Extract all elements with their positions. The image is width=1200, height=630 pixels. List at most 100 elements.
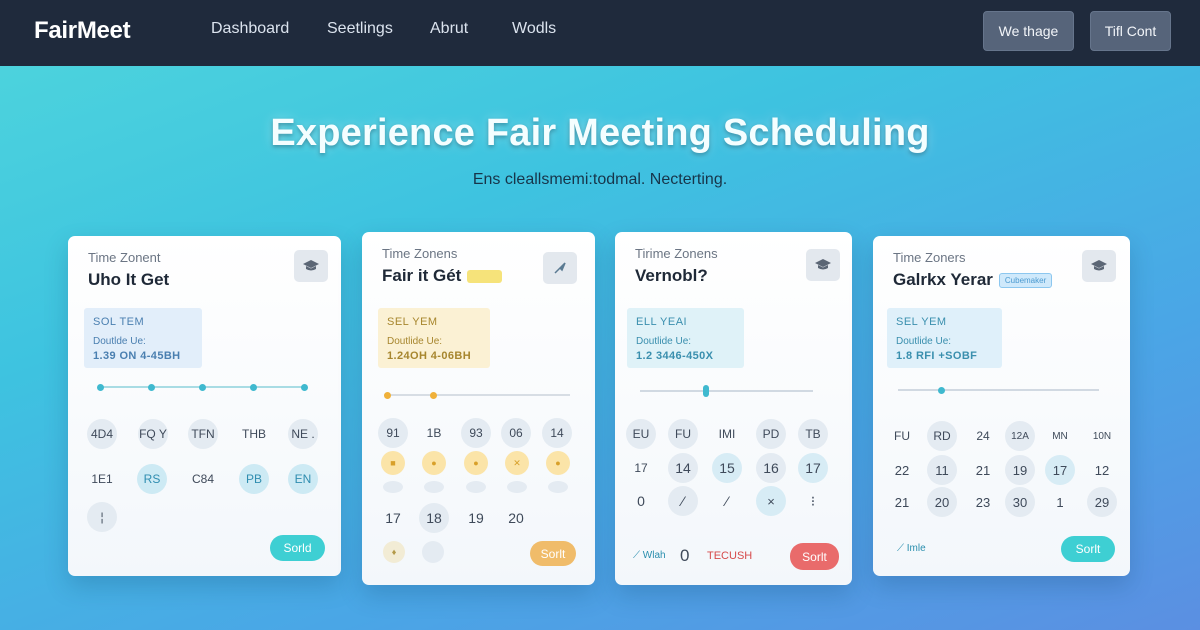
slider-stop[interactable] <box>301 383 308 391</box>
sort-button[interactable]: Sorlt <box>1061 536 1115 562</box>
info-line-1: SOL TEM <box>93 316 145 328</box>
slot-chip[interactable]: 19 <box>1005 455 1035 485</box>
slot-chip[interactable]: 30 <box>1005 487 1035 517</box>
slot-chip[interactable]: EU <box>626 419 656 449</box>
slot-chip[interactable]: TFN <box>188 419 218 449</box>
slot-chip[interactable]: 14 <box>668 453 698 483</box>
slot-chip[interactable]: ¦ <box>87 502 117 532</box>
slot-chip[interactable]: 24 <box>968 421 998 451</box>
slot-chip[interactable]: ⁝ <box>798 486 828 516</box>
time-slider[interactable] <box>640 385 813 397</box>
slot-chip-yellow[interactable]: ● <box>464 451 488 475</box>
slot-chip[interactable]: FQ Y <box>138 419 168 449</box>
slot-chip-selected[interactable]: × <box>756 486 786 516</box>
slot-chip[interactable]: FU <box>668 419 698 449</box>
graduation-cap-icon[interactable] <box>806 249 840 281</box>
slot-chip[interactable]: TB <box>798 419 828 449</box>
slot-chip[interactable]: 16 <box>756 453 786 483</box>
slot-chip-empty[interactable] <box>383 481 403 493</box>
slot-chip[interactable]: 06 <box>501 418 531 448</box>
nav-about[interactable]: Abrut <box>430 20 468 38</box>
slot-chip-yellow[interactable]: ● <box>546 451 570 475</box>
nav-settings[interactable]: Seetlings <box>327 20 393 38</box>
slot-chip[interactable]: 4D4 <box>87 419 117 449</box>
pin-icon[interactable] <box>543 252 577 284</box>
slot-chip[interactable]: 1B <box>419 418 449 448</box>
slot-chip[interactable]: 21 <box>968 455 998 485</box>
slot-chip[interactable]: PD <box>756 419 786 449</box>
time-slider[interactable] <box>97 383 308 391</box>
nav-dashboard[interactable]: Dashboard <box>211 20 289 38</box>
header-button-contact[interactable]: Tifl Cont <box>1090 11 1171 51</box>
slot-chip[interactable]: NE . <box>288 419 318 449</box>
slider-stop[interactable] <box>148 383 155 391</box>
slider-stop[interactable] <box>199 383 206 391</box>
slot-chip-empty[interactable] <box>548 481 568 493</box>
slot-chip[interactable]: 14 <box>542 418 572 448</box>
slot-chip[interactable]: 0 <box>626 486 656 516</box>
footer-status: TECUSH <box>707 550 753 562</box>
slot-chip[interactable]: 17 <box>378 503 408 533</box>
slot-chip[interactable]: 10N <box>1087 421 1117 451</box>
card-label: Tirime Zonens <box>635 246 718 261</box>
slot-chip-selected[interactable]: PB <box>239 464 269 494</box>
slot-chip[interactable]: THB <box>239 419 269 449</box>
slot-chip-yellow[interactable]: ■ <box>381 451 405 475</box>
time-slider[interactable] <box>384 391 570 399</box>
slot-chip[interactable]: 12 <box>1087 455 1117 485</box>
slot-chip[interactable]: ⁄ <box>712 486 742 516</box>
brand-logo[interactable]: FairMeet <box>34 17 131 45</box>
footer-link[interactable]: ⟋ Wlah <box>633 550 666 561</box>
slot-chip[interactable]: ♦ <box>383 541 405 563</box>
card-title: Uho It Get <box>88 270 170 289</box>
slider-stop[interactable] <box>384 391 391 399</box>
slot-chip[interactable]: 20 <box>927 487 957 517</box>
slider-handle[interactable] <box>703 385 709 397</box>
slot-chip-empty[interactable] <box>424 481 444 493</box>
slider-stop[interactable] <box>97 383 104 391</box>
slot-chip[interactable]: C84 <box>188 464 218 494</box>
footer-link[interactable]: ⟋ Imle <box>897 543 926 554</box>
slot-chip-selected[interactable]: EN <box>288 464 318 494</box>
graduation-cap-icon[interactable] <box>1082 250 1116 282</box>
info-line-1: SEL YEM <box>387 316 438 328</box>
slot-chip[interactable]: 12A <box>1005 421 1035 451</box>
slot-chip[interactable]: 19 <box>461 503 491 533</box>
slider-stop[interactable] <box>430 391 437 399</box>
slot-chip-empty[interactable] <box>507 481 527 493</box>
slot-chip-yellow[interactable]: ✕ <box>505 451 529 475</box>
slot-chip[interactable]: 29 <box>1087 487 1117 517</box>
slot-chip[interactable]: ⁄ <box>668 486 698 516</box>
sort-button[interactable]: Sorlt <box>790 543 839 570</box>
slot-chip-selected[interactable]: 17 <box>798 453 828 483</box>
nav-worlds[interactable]: Wodls <box>512 20 556 38</box>
slot-chip-selected[interactable]: 15 <box>712 453 742 483</box>
slider-stop[interactable] <box>250 383 257 391</box>
slot-chip[interactable]: 21 <box>887 487 917 517</box>
sort-button[interactable]: Sorld <box>270 535 325 561</box>
slot-chip[interactable]: 17 <box>626 453 656 483</box>
slot-chip[interactable]: 23 <box>968 487 998 517</box>
slot-chip[interactable]: 22 <box>887 455 917 485</box>
slot-chip[interactable]: 93 <box>461 418 491 448</box>
slot-chip-yellow[interactable]: ● <box>422 451 446 475</box>
graduation-cap-icon[interactable] <box>294 250 328 282</box>
slider-handle[interactable] <box>938 386 945 394</box>
slot-chip[interactable]: MN <box>1045 421 1075 451</box>
slot-chip[interactable]: FU <box>887 421 917 451</box>
sort-button[interactable]: Sorlt <box>530 541 576 566</box>
slot-chip-selected[interactable]: 17 <box>1045 455 1075 485</box>
header-button-primary[interactable]: We thage <box>983 11 1074 51</box>
slot-chip[interactable]: 18 <box>419 503 449 533</box>
slot-chip[interactable]: 91 <box>378 418 408 448</box>
time-slider[interactable] <box>898 386 1099 394</box>
slot-chip[interactable]: 1E1 <box>87 464 117 494</box>
slot-chip[interactable]: 11 <box>927 455 957 485</box>
slot-chip-selected[interactable]: RS <box>137 464 167 494</box>
slot-chip[interactable]: 1 <box>1045 487 1075 517</box>
slot-chip-empty[interactable] <box>422 541 444 563</box>
slot-chip[interactable]: RD <box>927 421 957 451</box>
slot-chip[interactable]: 20 <box>501 503 531 533</box>
slot-chip-empty[interactable] <box>466 481 486 493</box>
slot-chip[interactable]: IMI <box>712 419 742 449</box>
